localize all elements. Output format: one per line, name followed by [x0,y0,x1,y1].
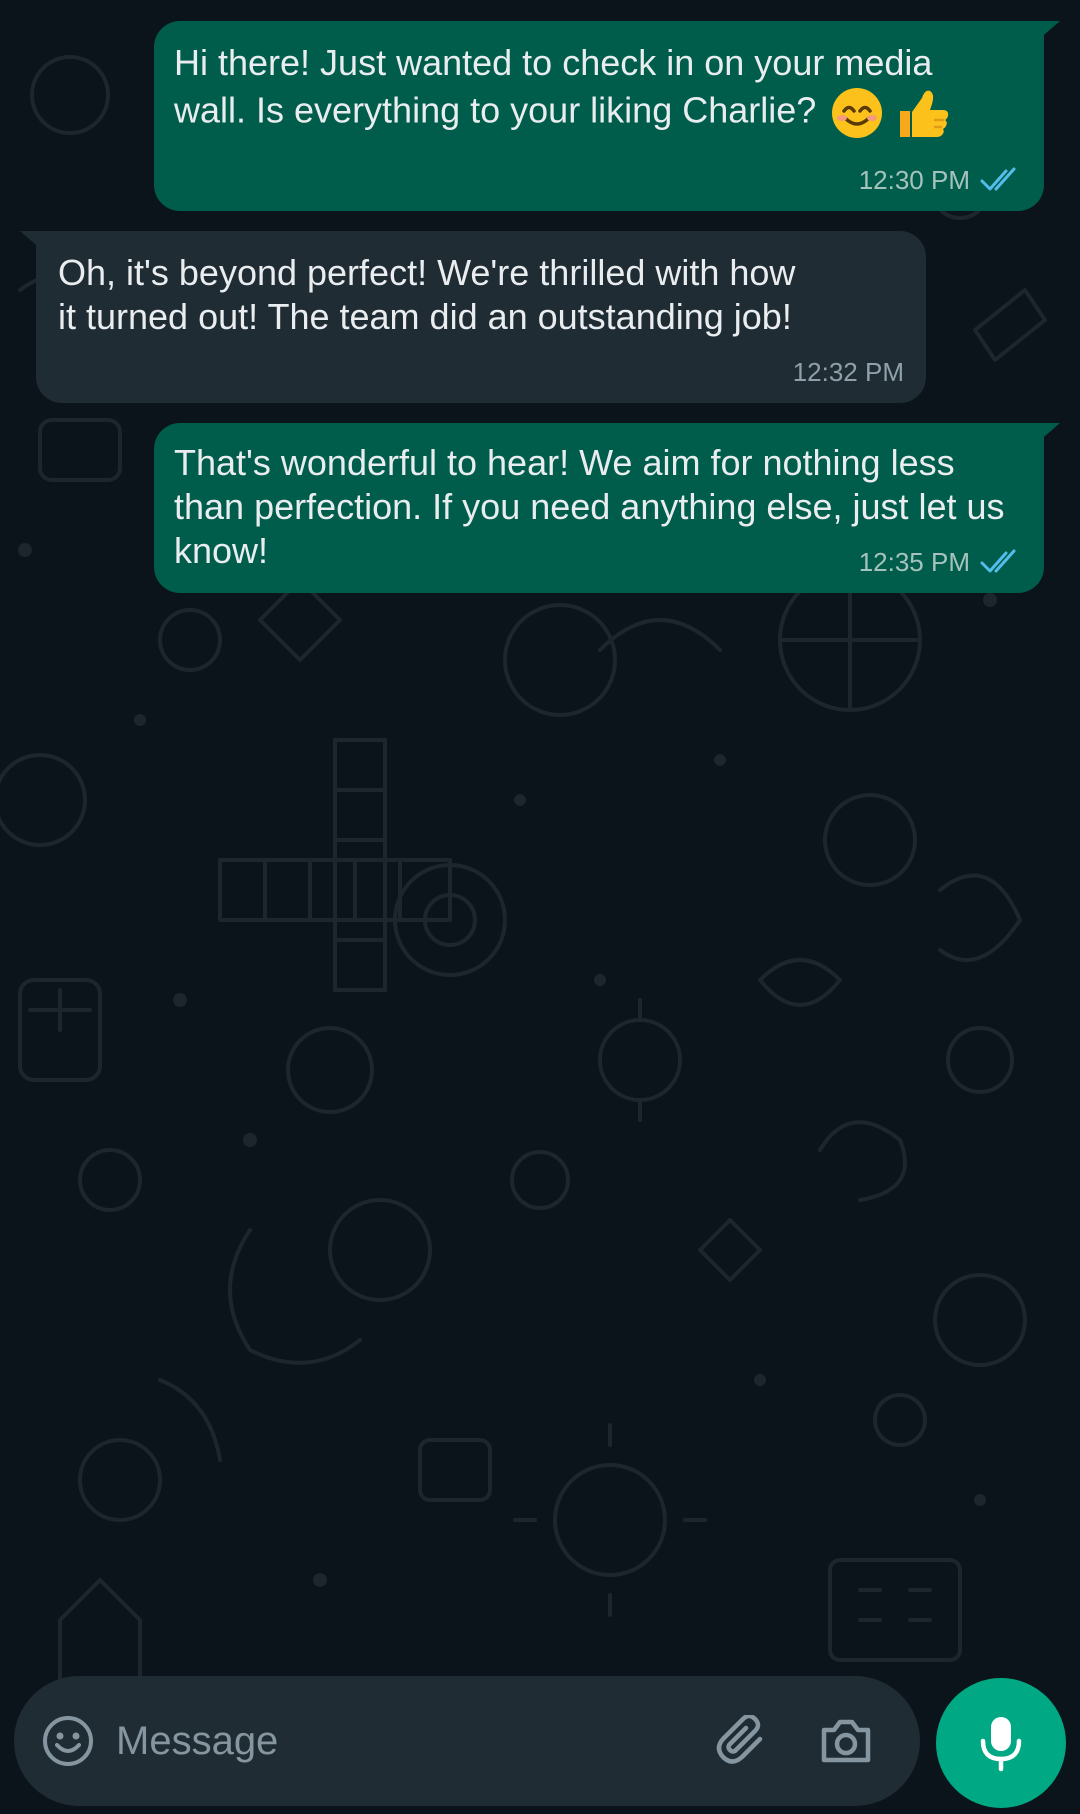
smiling-face-icon [832,88,883,138]
thumbs-up-icon [900,90,949,137]
message-meta: 12:30 PM [859,165,1022,195]
bubble-tail [1030,423,1060,449]
message-time: 12:35 PM [858,547,970,577]
message-text: Oh, it's beyond perfect! We're thrilled … [58,252,796,337]
emoji-button[interactable] [40,1713,96,1769]
message-text: Hi there! Just wanted to check in on you… [174,41,1020,141]
camera-icon [821,1719,871,1763]
message-time: 12:32 PM [792,357,904,387]
incoming-message[interactable]: Oh, it's beyond perfect! We're thrilled … [20,231,926,403]
message-time: 12:30 PM [858,165,970,195]
message-meta: 12:32 PM [793,357,904,387]
outgoing-message[interactable]: Hi there! Just wanted to check in on you… [154,21,1060,211]
message-input-placeholder[interactable]: Message [116,1718,278,1764]
bubble-tail [1030,21,1060,47]
message-text-line: wall. Is everything to your liking Charl… [174,89,817,131]
emoji-icon [43,1716,93,1766]
read-receipt-icon [980,167,1016,191]
voice-message-button[interactable] [936,1678,1066,1808]
outgoing-message[interactable]: That's wonderful to hear! We aim for not… [154,423,1060,593]
bubble-tail [20,231,50,257]
attach-button[interactable] [714,1713,774,1769]
message-meta: 12:35 PM [859,547,1022,577]
read-receipt-icon [980,549,1016,573]
message-input-bar[interactable]: Message [14,1676,920,1806]
attachment-icon [716,1715,763,1764]
microphone-icon [980,1717,1022,1772]
camera-button[interactable] [816,1713,876,1769]
message-text-line: Hi there! Just wanted to check in on you… [174,42,933,83]
